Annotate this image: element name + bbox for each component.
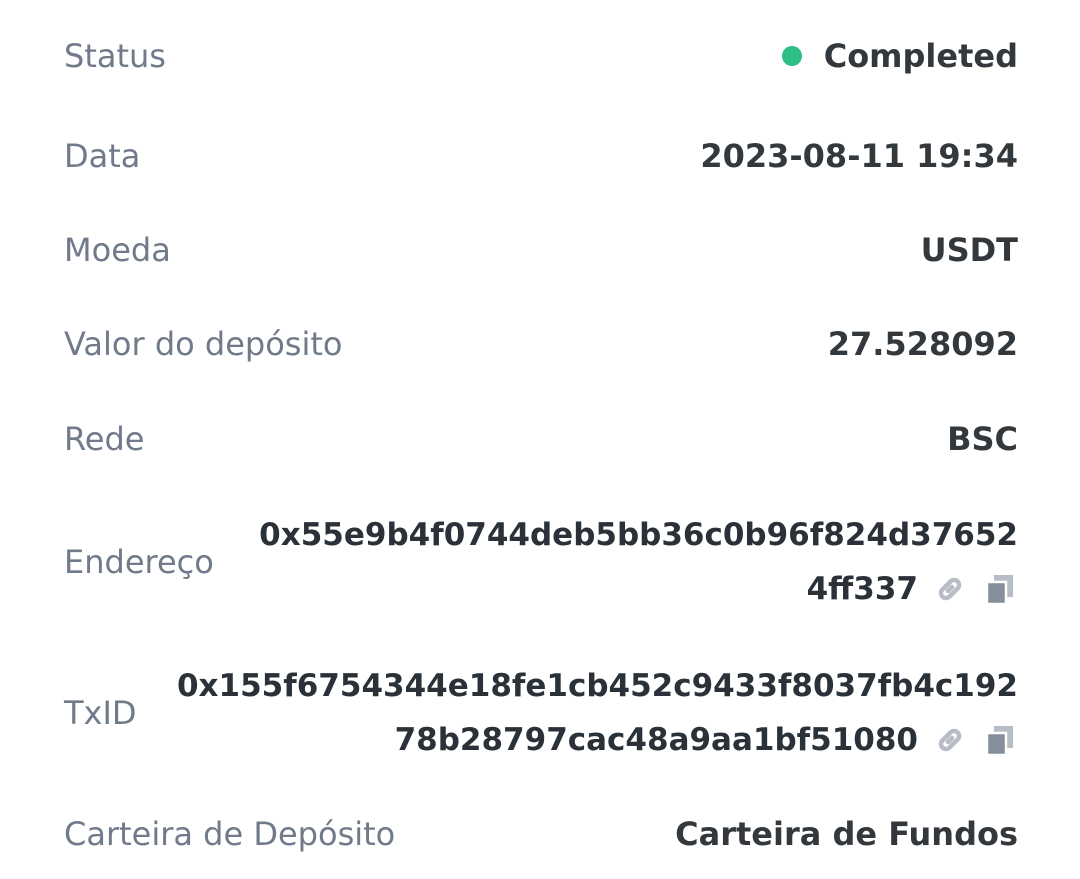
network-value: BSC	[947, 420, 1018, 458]
txid-row: TxID 0x155f6754344e18fe1cb452c9433f8037f…	[64, 656, 1018, 770]
txid-line-1: 0x155f6754344e18fe1cb452c9433f8037fb4c19…	[176, 668, 1018, 704]
wallet-label: Carteira de Depósito	[64, 815, 396, 853]
link-icon[interactable]	[932, 722, 968, 758]
address-line-2-wrap: 4ff337	[807, 562, 1018, 616]
status-value-wrap: Completed	[781, 37, 1018, 75]
amount-value: 27.528092	[827, 325, 1018, 363]
status-label: Status	[64, 37, 166, 75]
date-label: Data	[64, 137, 141, 175]
address-value: 0x55e9b4f0744deb5bb36c0b96f824d37652 4ff…	[259, 508, 1018, 616]
link-icon[interactable]	[932, 571, 968, 607]
txid-label: TxID	[64, 694, 137, 732]
wallet-row: Carteira de Depósito Carteira de Fundos	[64, 808, 1018, 860]
address-label: Endereço	[64, 543, 214, 581]
address-line-1: 0x55e9b4f0744deb5bb36c0b96f824d37652	[259, 517, 1018, 553]
coin-value: USDT	[920, 231, 1018, 269]
copy-icon[interactable]	[982, 722, 1018, 758]
wallet-value: Carteira de Fundos	[675, 815, 1018, 853]
amount-row: Valor do depósito 27.528092	[64, 318, 1018, 370]
date-value: 2023-08-11 19:34	[700, 137, 1018, 175]
date-row: Data 2023-08-11 19:34	[64, 130, 1018, 182]
status-row: Status Completed	[64, 30, 1018, 82]
txid-line-2-wrap: 78b28797cac48a9aa1bf51080	[395, 713, 1018, 767]
txid-line-2: 78b28797cac48a9aa1bf51080	[394, 722, 918, 758]
address-row: Endereço 0x55e9b4f0744deb5bb36c0b96f824d…	[64, 505, 1018, 619]
txid-value: 0x155f6754344e18fe1cb452c9433f8037fb4c19…	[177, 659, 1018, 767]
coin-row: Moeda USDT	[64, 224, 1018, 276]
copy-icon[interactable]	[982, 571, 1018, 607]
amount-label: Valor do depósito	[64, 325, 343, 363]
network-row: Rede BSC	[64, 413, 1018, 465]
status-value: Completed	[823, 37, 1018, 75]
status-dot-icon	[781, 46, 802, 66]
address-line-2: 4ff337	[806, 571, 918, 607]
coin-label: Moeda	[64, 231, 171, 269]
network-label: Rede	[64, 420, 145, 458]
